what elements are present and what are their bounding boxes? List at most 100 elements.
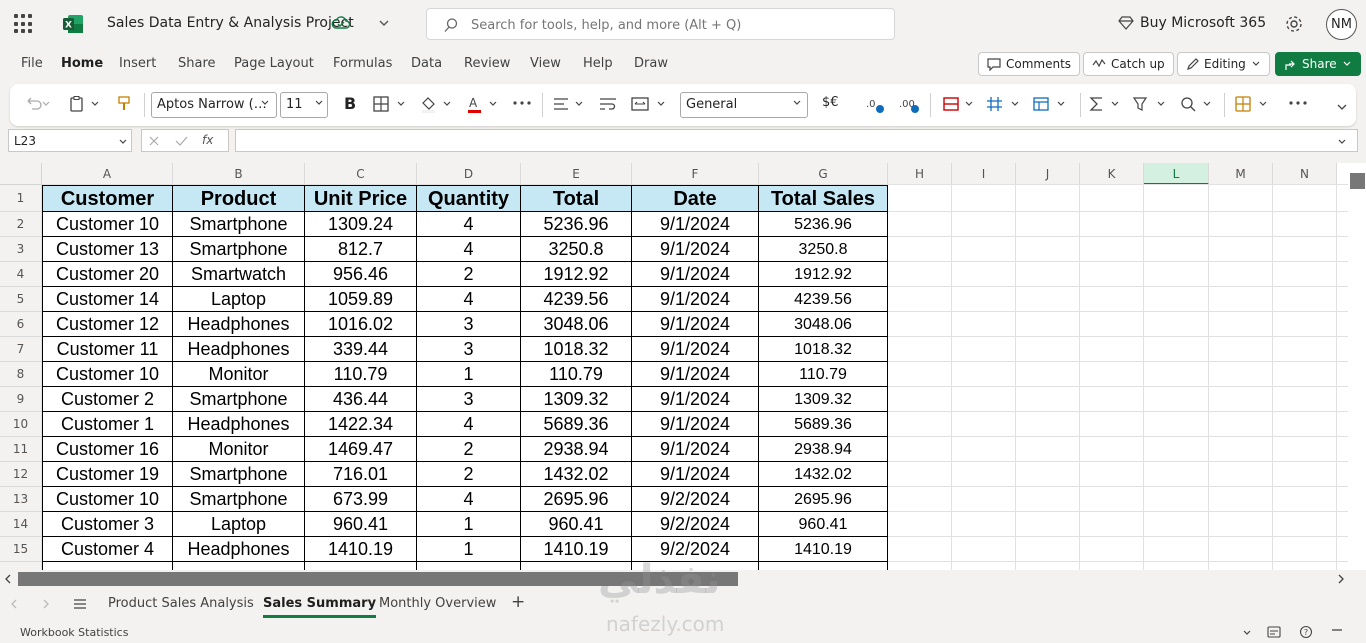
menu-formulas[interactable]: Formulas bbox=[333, 56, 392, 71]
data-cell-partial[interactable] bbox=[173, 562, 305, 570]
row-header-1[interactable]: 1 bbox=[0, 185, 42, 212]
data-cell[interactable]: 5689.36 bbox=[521, 412, 632, 437]
data-cell[interactable]: Headphones bbox=[173, 537, 305, 562]
data-cell[interactable]: 9/2/2024 bbox=[632, 512, 759, 537]
data-cell[interactable]: Smartphone bbox=[173, 462, 305, 487]
more-options-icon[interactable] bbox=[512, 100, 532, 106]
wrap-text-icon[interactable] bbox=[598, 96, 618, 112]
data-cell[interactable]: 4 bbox=[417, 212, 521, 237]
vertical-scroll-thumb[interactable] bbox=[1350, 173, 1365, 189]
font-color-icon[interactable]: A bbox=[466, 96, 502, 114]
data-cell[interactable]: 9/1/2024 bbox=[632, 462, 759, 487]
data-cell[interactable]: 1059.89 bbox=[305, 287, 417, 312]
data-cell[interactable]: 4 bbox=[417, 487, 521, 512]
chevron-down-icon[interactable] bbox=[1337, 137, 1347, 147]
column-header-e[interactable]: E bbox=[521, 163, 632, 185]
data-cell-partial[interactable] bbox=[305, 562, 417, 570]
data-cell[interactable]: 1309.32 bbox=[759, 387, 888, 412]
tab-scroll-right-icon[interactable] bbox=[42, 598, 50, 610]
column-header-c[interactable]: C bbox=[305, 163, 417, 185]
ribbon-expand-icon[interactable] bbox=[1336, 102, 1348, 112]
row-header-14[interactable]: 14 bbox=[0, 512, 42, 537]
data-cell[interactable]: 4 bbox=[417, 412, 521, 437]
cancel-icon[interactable] bbox=[148, 135, 160, 147]
bold-button[interactable]: B bbox=[344, 94, 356, 113]
data-cell[interactable]: 1 bbox=[417, 512, 521, 537]
menu-help[interactable]: Help bbox=[583, 56, 613, 71]
data-cell-partial[interactable] bbox=[42, 562, 173, 570]
menu-page-layout[interactable]: Page Layout bbox=[234, 56, 314, 71]
header-cell[interactable]: Unit Price bbox=[305, 185, 417, 212]
sort-filter-icon[interactable] bbox=[1132, 96, 1170, 112]
row-header-7[interactable]: 7 bbox=[0, 337, 42, 362]
more-options-icon[interactable] bbox=[1288, 100, 1308, 106]
data-cell[interactable]: 5236.96 bbox=[521, 212, 632, 237]
data-cell[interactable]: 2 bbox=[417, 437, 521, 462]
data-cell[interactable]: 1 bbox=[417, 362, 521, 387]
data-cell[interactable]: 960.41 bbox=[521, 512, 632, 537]
column-header-n[interactable]: N bbox=[1273, 163, 1337, 185]
data-cell[interactable]: 9/1/2024 bbox=[632, 237, 759, 262]
tab-scroll-left-icon[interactable] bbox=[10, 598, 18, 610]
data-cell[interactable]: 673.99 bbox=[305, 487, 417, 512]
data-cell[interactable]: 1410.19 bbox=[305, 537, 417, 562]
data-cell[interactable]: 1410.19 bbox=[759, 537, 888, 562]
format-painter-icon[interactable] bbox=[116, 96, 132, 112]
data-cell[interactable]: 110.79 bbox=[305, 362, 417, 387]
increase-decimal-icon[interactable]: .00 bbox=[898, 96, 920, 114]
comments-button[interactable]: Comments bbox=[978, 52, 1081, 76]
data-cell[interactable]: Smartphone bbox=[173, 212, 305, 237]
data-cell[interactable]: 2938.94 bbox=[521, 437, 632, 462]
column-header-a[interactable]: A bbox=[42, 163, 173, 185]
data-cell[interactable]: Laptop bbox=[173, 512, 305, 537]
column-header-i[interactable]: I bbox=[952, 163, 1016, 185]
decrease-decimal-icon[interactable]: .0 bbox=[865, 96, 885, 114]
chevron-down-icon[interactable] bbox=[1242, 628, 1252, 638]
data-cell-partial[interactable] bbox=[759, 562, 888, 570]
data-cell[interactable]: 3250.8 bbox=[759, 237, 888, 262]
add-sheet-button[interactable]: + bbox=[511, 592, 525, 612]
tab-sales-summary[interactable]: Sales Summary bbox=[263, 596, 377, 618]
zoom-out-icon[interactable] bbox=[1331, 628, 1343, 632]
data-cell[interactable]: 1018.32 bbox=[759, 337, 888, 362]
data-cell[interactable]: 110.79 bbox=[759, 362, 888, 387]
data-cell[interactable]: 9/1/2024 bbox=[632, 412, 759, 437]
data-cell[interactable]: 3 bbox=[417, 312, 521, 337]
data-cell[interactable]: 960.41 bbox=[305, 512, 417, 537]
data-cell[interactable]: 1432.02 bbox=[759, 462, 888, 487]
row-header-13[interactable]: 13 bbox=[0, 487, 42, 512]
data-cell-partial[interactable] bbox=[417, 562, 521, 570]
saved-cloud-icon[interactable] bbox=[331, 15, 351, 33]
data-cell[interactable]: 110.79 bbox=[521, 362, 632, 387]
row-header-9[interactable]: 9 bbox=[0, 387, 42, 412]
data-cell[interactable]: 3048.06 bbox=[759, 312, 888, 337]
column-header-f[interactable]: F bbox=[632, 163, 759, 185]
column-header-h[interactable]: H bbox=[888, 163, 952, 185]
gear-icon[interactable] bbox=[1284, 14, 1304, 34]
data-cell[interactable]: Customer 2 bbox=[42, 387, 173, 412]
data-cell[interactable]: 1309.32 bbox=[521, 387, 632, 412]
row-header-8[interactable]: 8 bbox=[0, 362, 42, 387]
data-cell[interactable]: 1469.47 bbox=[305, 437, 417, 462]
feedback-icon[interactable] bbox=[1267, 626, 1281, 638]
data-cell[interactable]: Customer 14 bbox=[42, 287, 173, 312]
row-header-6[interactable]: 6 bbox=[0, 312, 42, 337]
data-cell[interactable]: 9/1/2024 bbox=[632, 262, 759, 287]
name-box[interactable]: L23 bbox=[8, 129, 132, 152]
data-cell[interactable]: Customer 12 bbox=[42, 312, 173, 337]
data-cell[interactable]: Monitor bbox=[173, 437, 305, 462]
data-cell[interactable]: Smartphone bbox=[173, 387, 305, 412]
row-header-15[interactable]: 15 bbox=[0, 537, 42, 562]
row-header-5[interactable]: 5 bbox=[0, 287, 42, 312]
data-cell[interactable]: 2 bbox=[417, 262, 521, 287]
data-cell[interactable]: Customer 16 bbox=[42, 437, 173, 462]
column-header-g[interactable]: G bbox=[759, 163, 888, 185]
data-cell[interactable]: Smartphone bbox=[173, 487, 305, 512]
confirm-icon[interactable] bbox=[174, 135, 188, 147]
data-cell[interactable]: Customer 10 bbox=[42, 487, 173, 512]
app-launcher-icon[interactable] bbox=[14, 14, 34, 34]
data-cell[interactable]: 1422.34 bbox=[305, 412, 417, 437]
data-cell[interactable]: 1018.32 bbox=[521, 337, 632, 362]
data-cell[interactable]: 1912.92 bbox=[759, 262, 888, 287]
data-cell[interactable]: Customer 4 bbox=[42, 537, 173, 562]
